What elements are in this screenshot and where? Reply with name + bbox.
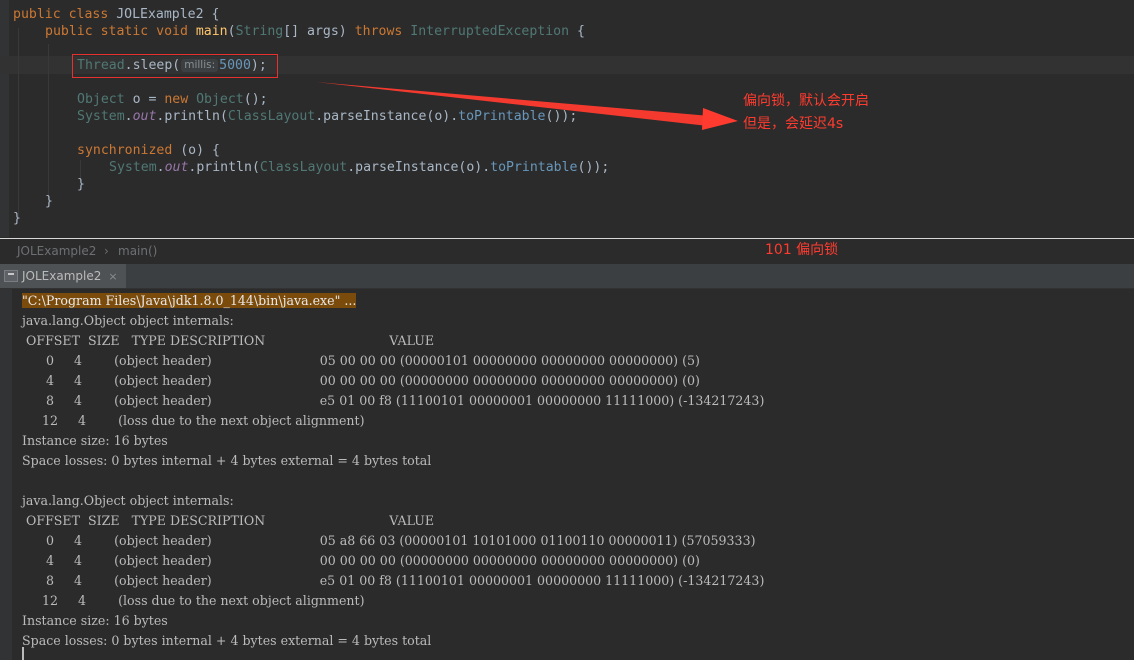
code-line-object-new[interactable]: Object o = new Object(); [77,91,268,108]
console-line: Space losses: 0 bytes internal + 4 bytes… [22,633,432,648]
breadcrumb-method[interactable]: main() [118,244,157,258]
run-tab-label: JOLExample2 [22,269,102,283]
console-icon [4,270,18,282]
code-line-close-main[interactable]: } [45,193,53,210]
breadcrumb: JOLExample2 › main() [0,238,1134,264]
code-line-close-sync[interactable]: } [77,176,85,193]
code-line-main-decl[interactable]: public static void main(String[] args) t… [45,23,585,40]
console-line: 4 4 (object header) 00 00 00 00 (0000000… [22,373,700,388]
code-line-println-2[interactable]: System.out.println(ClassLayout.parseInst… [109,159,609,176]
annotation-biased-lock-delay: 但是，会延迟4s [743,116,844,132]
close-icon[interactable]: × [108,270,117,283]
console-line: 0 4 (object header) 05 a8 66 03 (0000010… [22,533,756,548]
console-line: java.lang.Object object internals: [22,313,234,328]
console-line: Instance size: 16 bytes [22,613,168,628]
code-line-close-class[interactable]: } [13,210,21,227]
console-line: 0 4 (object header) 05 00 00 00 (0000010… [22,353,700,368]
console-command-line: "C:\Program Files\Java\jdk1.8.0_144\bin\… [22,293,357,308]
console-line: OFFSET SIZE TYPE DESCRIPTION VALUE [22,513,435,528]
breadcrumb-class[interactable]: JOLExample2 [17,244,96,258]
indent-guide [48,44,49,204]
indent-guide [18,28,19,218]
console-line: 8 4 (object header) e5 01 00 f8 (1110010… [22,573,765,588]
text-cursor [22,647,24,660]
console-line: OFFSET SIZE TYPE DESCRIPTION VALUE [22,333,435,348]
breadcrumb-separator: › [104,244,109,258]
annotation-biased-lock-default: 偏向锁，默认会开启 [743,93,869,109]
code-line-println-1[interactable]: System.out.println(ClassLayout.parseInst… [77,108,577,125]
console-line: 12 4 (loss due to the next object alignm… [22,593,365,608]
annotation-biased-lock-bits: 101 偏向锁 [765,242,839,258]
editor-gutter[interactable] [0,0,9,237]
console-gutter [0,289,12,660]
run-tab[interactable]: JOLExample2 × [0,264,126,288]
code-line-class-decl[interactable]: public class JOLExample2 { [13,6,219,23]
run-console[interactable]: "C:\Program Files\Java\jdk1.8.0_144\bin\… [0,289,1134,660]
annotation-highlight-box [72,54,278,78]
console-line: 8 4 (object header) e5 01 00 f8 (1110010… [22,393,765,408]
console-line: Space losses: 0 bytes internal + 4 bytes… [22,453,432,468]
console-line: 12 4 (loss due to the next object alignm… [22,413,365,428]
run-tool-window-bar: JOLExample2 × [0,264,1134,289]
console-line: java.lang.Object object internals: [22,493,234,508]
console-line: Instance size: 16 bytes [22,433,168,448]
console-line: 4 4 (object header) 00 00 00 00 (0000000… [22,553,700,568]
code-editor[interactable]: public class JOLExample2 { public static… [0,0,1134,237]
code-line-synchronized[interactable]: synchronized (o) { [77,142,220,159]
